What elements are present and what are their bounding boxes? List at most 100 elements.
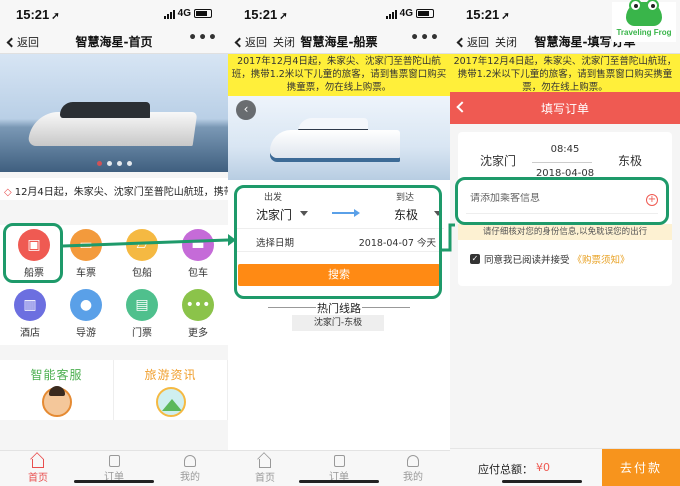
order-title: 填写订单 xyxy=(540,102,589,116)
mountain-icon xyxy=(155,387,186,417)
service-cards: 智能客服 旅游资讯 xyxy=(0,360,228,420)
tab-home[interactable]: 首页 xyxy=(228,451,302,486)
ferry-ticket-screen: 15:21 ➚ 4G 返回 关闭 智慧海星-船票 ••• 2017年12月4日起，朱… xyxy=(228,0,450,486)
chevron-left-icon xyxy=(456,37,467,48)
date-value: 2018-04-07 今天 xyxy=(358,238,436,249)
total-amount: ¥0 xyxy=(536,461,550,474)
home-screen: 15:21 ➚ 4G 返回 智慧海星-首页 ••• ◇ 12月4日起，朱家尖、沈家门… xyxy=(0,0,228,486)
add-passenger-icon[interactable]: + xyxy=(646,194,658,206)
nav-bar: 返回 关闭 智慧海星-船票 ••• xyxy=(228,28,450,54)
trip-to: 东极 xyxy=(617,154,642,168)
more-button[interactable]: ••• xyxy=(188,30,218,46)
hotel-icon: ▥ xyxy=(14,289,46,321)
boat-icon: ▱ xyxy=(126,229,158,261)
more-button[interactable]: ••• xyxy=(410,30,440,46)
grid-item-bus-ticket[interactable]: ▭ 车票 xyxy=(58,229,114,279)
departure-label: 出发 xyxy=(264,193,283,203)
tab-mine[interactable]: 我的 xyxy=(152,451,228,486)
status-bar: 15:21 ➚ 4G xyxy=(0,0,228,28)
guide-icon: ● xyxy=(70,289,102,321)
notice-banner: 2017年12月4日起，朱家尖、沈家门至普陀山航班，携带1.2米以下儿童的旅客，… xyxy=(228,54,450,96)
yacht-image xyxy=(270,130,400,158)
grid-item-more[interactable]: ••• 更多 xyxy=(170,289,226,339)
network-type: 4G xyxy=(399,8,413,19)
network-type: 4G xyxy=(177,8,191,19)
id-check-tip: 请仔细核对您的身份信息,以免耽误您的出行 xyxy=(458,224,672,240)
arrival-select[interactable]: 东极 xyxy=(394,206,418,223)
status-time: 15:21 xyxy=(244,7,278,22)
user-icon xyxy=(184,455,196,467)
grid-item-ship-ticket[interactable]: ▣ 船票 xyxy=(6,229,62,279)
order-card: 沈家门 08:45 东极 2018-04-08 + 请仔细核对您的身份信息,以免… xyxy=(458,132,672,286)
battery-icon xyxy=(416,9,434,18)
agreement-text: 同意我已阅读并接受 xyxy=(484,255,570,266)
tab-bar: 首页 订单 我的 xyxy=(228,450,450,486)
admission-icon: ▤ xyxy=(126,289,158,321)
grid-item-admission[interactable]: ▤ 门票 xyxy=(114,289,170,339)
booking-form: 出发 到达 沈家门 东极 选择日期 2018-04-07 今天 搜索 xyxy=(234,186,444,294)
location-arrow-icon: ➚ xyxy=(501,11,510,22)
travel-news[interactable]: 旅游资讯 xyxy=(114,360,228,420)
ticket-icon: ▣ xyxy=(18,229,50,261)
signal-icon xyxy=(385,9,397,19)
car-icon: ▬ xyxy=(182,229,214,261)
trip-line xyxy=(532,162,592,163)
agent-avatar xyxy=(41,386,72,417)
status-time: 15:21 xyxy=(16,7,50,22)
home-indicator xyxy=(502,480,582,483)
carousel-dots[interactable] xyxy=(0,161,228,166)
smart-customer-service[interactable]: 智能客服 xyxy=(0,360,114,420)
grid-item-hotel[interactable]: ▥ 酒店 xyxy=(2,289,58,339)
diamond-icon: ◇ xyxy=(4,187,12,198)
grid-item-charter-car[interactable]: ▬ 包车 xyxy=(170,229,226,279)
grid-item-guide[interactable]: ● 导游 xyxy=(58,289,114,339)
grid-item-charter-boat[interactable]: ▱ 包船 xyxy=(114,229,170,279)
frog-icon xyxy=(626,0,662,26)
status-time: 15:21 xyxy=(466,7,500,22)
payment-bar: 应付总额： ¥0 去付款 xyxy=(450,448,680,486)
tab-bar: 首页 订单 我的 xyxy=(0,450,228,486)
agreement-row: ✓ 同意我已阅读并接受 《购票须知》 xyxy=(470,252,630,266)
battery-icon xyxy=(194,9,212,18)
location-arrow-icon: ➚ xyxy=(279,11,288,22)
user-icon xyxy=(407,455,419,467)
nav-bar: 返回 智慧海星-首页 ••• xyxy=(0,28,228,54)
search-button[interactable]: 搜索 xyxy=(238,264,440,286)
tab-mine[interactable]: 我的 xyxy=(376,451,450,486)
yacht-banner[interactable]: ‹ xyxy=(228,96,450,180)
home-indicator xyxy=(74,480,154,483)
ticket-terms-link[interactable]: 《购票须知》 xyxy=(573,252,630,266)
order-header: 填写订单 xyxy=(450,92,680,124)
home-indicator xyxy=(299,480,379,483)
date-label: 选择日期 xyxy=(256,238,295,249)
location-arrow-icon: ➚ xyxy=(51,11,60,22)
agreement-checkbox[interactable]: ✓ xyxy=(470,254,480,264)
date-picker[interactable]: 选择日期 2018-04-07 今天 xyxy=(234,228,444,252)
direction-arrow-icon[interactable] xyxy=(332,209,360,217)
caret-down-icon xyxy=(300,211,308,216)
more-icon: ••• xyxy=(182,289,214,321)
hero-banner[interactable] xyxy=(0,54,228,172)
traveling-frog-logo: Traveling Frog xyxy=(612,0,676,42)
caret-down-icon xyxy=(434,211,442,216)
service-grid: ▣ 船票 ▭ 车票 ▱ 包船 ▬ 包车 ▥ 酒店 ● 导游 ▤ 门票 ••• 更 xyxy=(0,225,228,345)
hot-routes-title: 热门线路 xyxy=(228,300,450,316)
status-bar: 15:21 ➚ 4G xyxy=(228,0,450,28)
departure-select[interactable]: 沈家门 xyxy=(256,206,292,223)
order-form-screen: 15:21 ➚ 返回 关闭 智慧海星-填写订单 2017年12月4日起，朱家尖、沈家… xyxy=(450,0,680,486)
notice-marquee[interactable]: ◇ 12月4日起，朱家尖、沈家门至普陀山航班，携带1 xyxy=(0,178,228,200)
home-icon xyxy=(259,459,271,468)
trip-date: 2018-04-08 xyxy=(535,168,595,176)
clipboard-icon xyxy=(108,455,120,467)
notice-banner: 2017年12月4日起，朱家尖、沈家门至普陀山航班，携带1.2米以下儿童的旅客，… xyxy=(450,54,680,93)
chevron-left-icon[interactable]: ‹ xyxy=(236,100,256,120)
hot-route-item[interactable]: 沈家门-东极 xyxy=(292,315,384,331)
home-icon xyxy=(32,459,44,468)
bus-icon: ▭ xyxy=(70,229,102,261)
pay-button[interactable]: 去付款 xyxy=(602,449,680,486)
clipboard-icon xyxy=(333,455,345,467)
tab-home[interactable]: 首页 xyxy=(0,451,76,486)
total-label: 应付总额： xyxy=(478,463,533,476)
passenger-row[interactable]: + xyxy=(466,188,658,214)
passenger-input[interactable] xyxy=(470,193,630,204)
